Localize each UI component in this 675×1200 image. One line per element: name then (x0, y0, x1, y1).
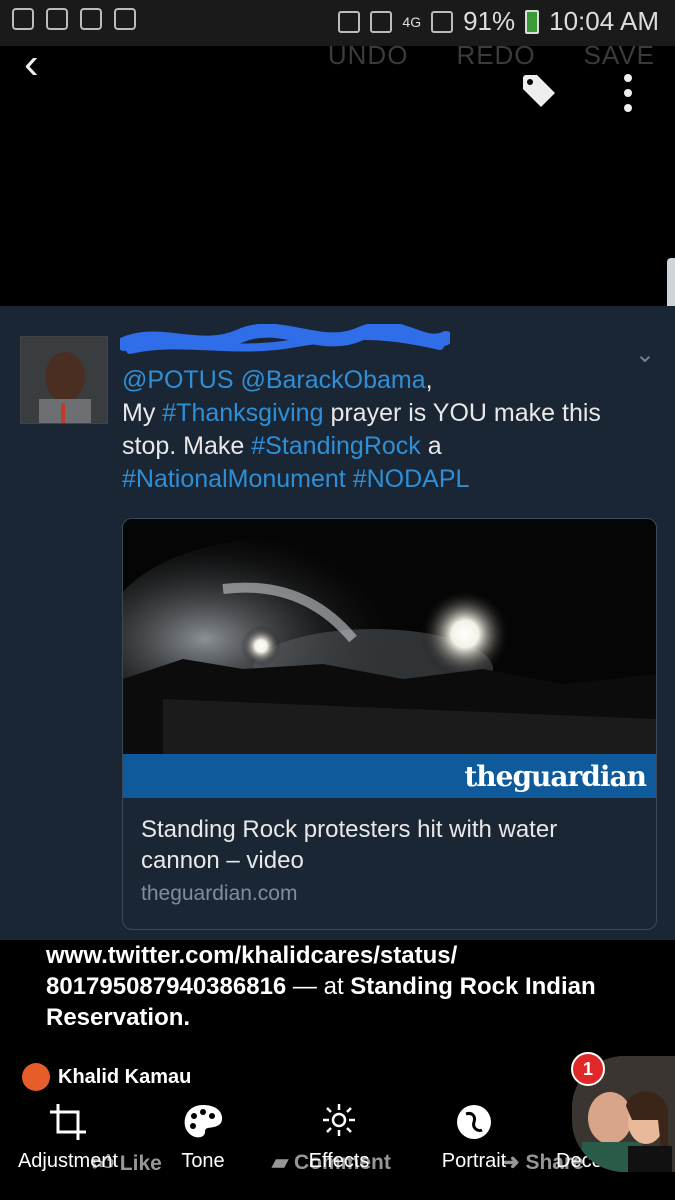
check-icon (114, 8, 136, 30)
reactor-name[interactable]: Khalid Kamau (58, 1066, 191, 1089)
angry-reaction-icon (22, 1063, 50, 1091)
tool-tone-label: Tone (181, 1150, 225, 1172)
mute-icon (338, 10, 361, 33)
link-preview-card[interactable]: theguardian Standing Rock protesters hit… (122, 518, 657, 930)
back-arrow-icon[interactable]: ‹ (24, 42, 39, 86)
comma: , (425, 366, 433, 394)
redo-button[interactable]: REDO (456, 40, 535, 71)
tool-adjustment-label: Adjustment (17, 1150, 119, 1172)
editor-top-bar: ‹ UNDO REDO SAVE (0, 40, 675, 106)
instagram-icon (80, 8, 102, 30)
battery-icon (525, 9, 540, 34)
tweet-text-start: My (122, 399, 163, 427)
editor-actions: UNDO REDO SAVE (328, 40, 655, 71)
hashtag-nationalmonument[interactable]: #NationalMonument (122, 465, 346, 493)
tool-effects[interactable]: Effects (300, 1102, 378, 1173)
portrait-icon (457, 1105, 491, 1139)
hashtag-standingrock[interactable]: #StandingRock (251, 432, 421, 460)
card-domain: theguardian.com (141, 882, 298, 905)
mention-potus[interactable]: @POTUS (122, 366, 234, 394)
caption-period: . (183, 1004, 191, 1031)
status-url-part2[interactable]: 801795087940386816 (46, 973, 286, 1000)
app-icon (46, 8, 68, 30)
network-type: 4G (402, 13, 422, 30)
signal-icon (431, 10, 454, 33)
wifi-icon (370, 10, 393, 33)
sparkle-icon (323, 1104, 355, 1136)
notification-badge: 1 (571, 1052, 605, 1086)
save-button[interactable]: SAVE (584, 40, 655, 71)
hashtag-thanksgiving[interactable]: #Thanksgiving (162, 399, 323, 427)
reaction-row: Khalid Kamau (22, 1063, 191, 1091)
tool-portrait-label: Portrait (441, 1150, 507, 1172)
avatar (20, 336, 108, 424)
clipboard-icon (12, 8, 34, 30)
card-title: Standing Rock protesters hit with water … (141, 816, 558, 874)
news-photo (123, 519, 656, 754)
tool-tone[interactable]: Tone (170, 1102, 236, 1173)
guardian-logo: theguardian (464, 760, 647, 793)
battery-percent: 91% (463, 6, 516, 36)
crop-icon (50, 1104, 86, 1140)
post-caption: www.twitter.com/khalidcares/status/ 8017… (46, 940, 646, 1033)
tool-adjustment[interactable]: Adjustment (14, 1102, 122, 1173)
undo-button[interactable]: UNDO (328, 40, 409, 71)
tool-effects-label: Effects (308, 1150, 370, 1172)
at-text: — at (286, 973, 351, 1000)
hashtag-nodapl[interactable]: #NODAPL (353, 465, 470, 493)
mention-barackobama[interactable]: @BarackObama (240, 366, 425, 394)
tool-portrait[interactable]: Portrait (434, 1102, 514, 1173)
system-status: 4G 91% 10:04 AM (338, 6, 659, 37)
status-url-part1[interactable]: www.twitter.com/khalidcares/status/ (46, 942, 457, 969)
tweet-card: ⌄ @POTUS @BarackObama, My #Thanksgiving … (0, 306, 675, 940)
palette-icon (184, 1105, 223, 1138)
avatar-photo (21, 337, 107, 423)
tweet-text-a: a (420, 432, 442, 460)
clock: 10:04 AM (549, 6, 659, 36)
publisher-band: theguardian (123, 754, 656, 798)
tag-icon[interactable] (521, 73, 557, 109)
notification-icons (12, 8, 136, 30)
redacted-username (120, 324, 450, 354)
tweet-text: @POTUS @BarackObama, My #Thanksgiving pr… (122, 364, 662, 496)
more-options-icon[interactable] (620, 73, 636, 113)
